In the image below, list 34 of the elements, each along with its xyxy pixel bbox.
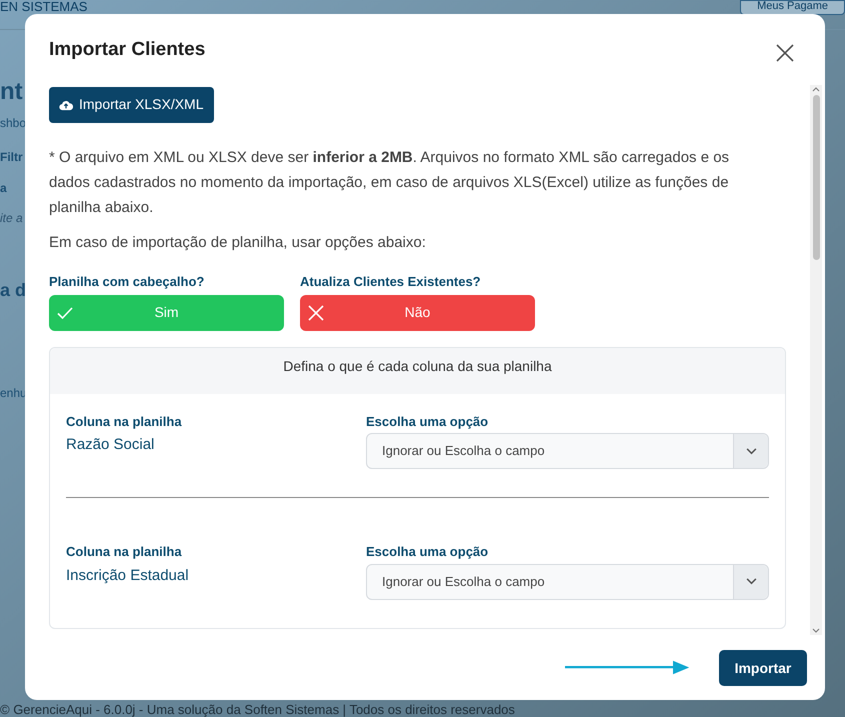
field-label: a bbox=[0, 180, 7, 197]
section-heading: a d bbox=[0, 279, 26, 302]
column-name: Razão Social bbox=[66, 435, 156, 455]
chevron-down-icon bbox=[746, 578, 756, 585]
toggle-button[interactable]: Não bbox=[300, 294, 535, 330]
scroll-down-icon[interactable] bbox=[812, 628, 820, 632]
filter-label: Filtr bbox=[0, 149, 23, 166]
close-icon[interactable] bbox=[775, 43, 795, 64]
column-name: Inscrição Estadual bbox=[66, 566, 190, 586]
footer-text: © GerencieAqui - 6.0.0j - Uma solução da Soften Sistemas | Todos os direitos reservados bbox=[0, 702, 515, 717]
x-icon bbox=[308, 304, 324, 320]
toggle-label: Atualiza Clientes Existentes? bbox=[300, 273, 482, 291]
cloud-upload-icon bbox=[59, 98, 73, 110]
page-heading: nt bbox=[0, 80, 23, 104]
toggle-label: Planilha com cabeçalho? bbox=[49, 273, 206, 291]
notice-text: * O arquivo em XML ou XLSX deve ser inferior a 2MB. Arquivos no formato XML são carregados e os dados cadastrados no momento da importação, em caso de arquivos XLS(Excel) utilize as funções de planilha abaixo. bbox=[49, 148, 730, 218]
upload-button[interactable]: Importar XLSX/XML bbox=[49, 86, 214, 122]
chevron-down-icon bbox=[746, 448, 756, 454]
import-button[interactable]: Importar bbox=[719, 650, 807, 686]
select-label: Escolha uma opção bbox=[366, 543, 490, 561]
brand-name: EN SISTEMAS bbox=[0, 0, 88, 13]
top-button[interactable]: Meus Pagame bbox=[740, 0, 845, 15]
scrollbar[interactable] bbox=[810, 84, 822, 634]
select-field[interactable]: Ignorar ou Escolha o campo bbox=[366, 433, 769, 469]
column-label: Coluna na planilha bbox=[66, 412, 183, 431]
scroll-up-icon[interactable] bbox=[812, 86, 820, 92]
check-icon bbox=[57, 304, 73, 320]
column-label: Coluna na planilha bbox=[66, 543, 183, 561]
breadcrumb: shbo bbox=[0, 115, 26, 132]
mapping-title: Defina o que é cada coluna da sua planilha bbox=[283, 356, 552, 376]
select-label: Escolha uma opção bbox=[366, 412, 490, 431]
select-field[interactable]: Ignorar ou Escolha o campo bbox=[366, 564, 769, 600]
options-intro: Em caso de importação de planilha, usar opções abaixo: bbox=[49, 232, 427, 252]
modal-title: Importar Clientes bbox=[49, 38, 206, 62]
